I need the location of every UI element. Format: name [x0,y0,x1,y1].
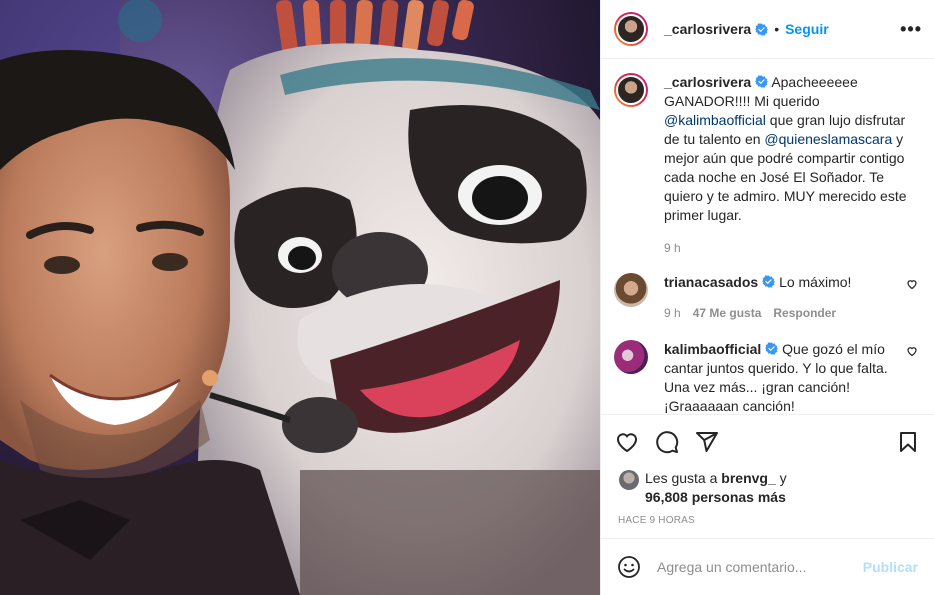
comment-item: kalimbaofficial Que gozó el mío cantar j… [614,340,918,414]
comment-time[interactable]: 9 h [664,304,681,322]
post-timestamp[interactable]: HACE 9 HORAS [601,507,934,538]
post-caption: _carlosrivera Apacheeeeee GANADOR!!!! Mi… [614,73,918,257]
likes-count[interactable]: 96,808 personas más [645,489,786,505]
commenter-avatar[interactable] [614,340,648,374]
comment-item: trianacasados Lo máximo! 9 h 47 Me gusta… [614,273,918,322]
selfie-image [0,0,600,595]
caption-text: _carlosrivera Apacheeeeee GANADOR!!!! Mi… [664,73,918,225]
post-header: _carlosrivera • Seguir ••• [601,0,934,59]
liker-avatar[interactable] [619,470,639,490]
author-avatar[interactable] [614,12,648,46]
like-comment-icon[interactable] [906,278,918,290]
author-username[interactable]: _carlosrivera [664,21,751,37]
caption-username[interactable]: _carlosrivera [664,74,751,90]
likes-prefix: Les gusta a [645,470,722,486]
mention-link[interactable]: @kalimbaofficial [664,112,766,128]
verified-icon [762,275,776,288]
share-icon[interactable] [695,430,719,454]
save-bookmark-icon[interactable] [896,430,920,454]
caption-time[interactable]: 9 h [664,239,681,257]
header-separator: • [774,21,780,37]
comment-text: trianacasados Lo máximo! [664,273,896,292]
caption-meta: 9 h [664,239,918,257]
verified-icon [765,342,779,355]
comment-input[interactable] [657,559,863,575]
commenter-username[interactable]: trianacasados [664,274,758,290]
post-side-panel: _carlosrivera • Seguir ••• _carlosrivera… [600,0,934,595]
add-comment-bar: Publicar [601,538,934,595]
post-actions [601,414,934,469]
verified-icon [755,75,769,88]
likes-middle: y [775,470,787,486]
follow-button[interactable]: Seguir [785,21,829,37]
reply-button[interactable]: Responder [773,304,836,322]
mention-link[interactable]: @quieneslamascara [764,131,892,147]
comment-likes[interactable]: 47 Me gusta [693,304,762,322]
more-options-icon[interactable]: ••• [900,19,922,40]
verified-icon [755,22,769,36]
comment-icon[interactable] [655,430,679,454]
commenter-username[interactable]: kalimbaofficial [664,341,761,357]
post-dialog: _carlosrivera • Seguir ••• _carlosrivera… [0,0,934,595]
commenter-avatar[interactable] [614,273,648,307]
likes-summary: Les gusta a brenvg_ y 96,808 personas má… [601,469,934,507]
comment-body: Lo máximo! [779,274,852,290]
comment-text: kalimbaofficial Que gozó el mío cantar j… [664,340,896,414]
likes-text: Les gusta a brenvg_ y 96,808 personas má… [645,469,787,507]
comments-list[interactable]: _carlosrivera Apacheeeeee GANADOR!!!! Mi… [601,59,934,414]
emoji-icon[interactable] [617,555,641,579]
comment-meta: 9 h 47 Me gusta Responder [664,304,896,322]
liker-username[interactable]: brenvg_ [721,470,775,486]
caption-avatar[interactable] [614,73,648,107]
publish-button[interactable]: Publicar [863,559,918,575]
post-photo[interactable] [0,0,600,595]
like-comment-icon[interactable] [906,345,918,357]
like-heart-icon[interactable] [615,430,639,454]
